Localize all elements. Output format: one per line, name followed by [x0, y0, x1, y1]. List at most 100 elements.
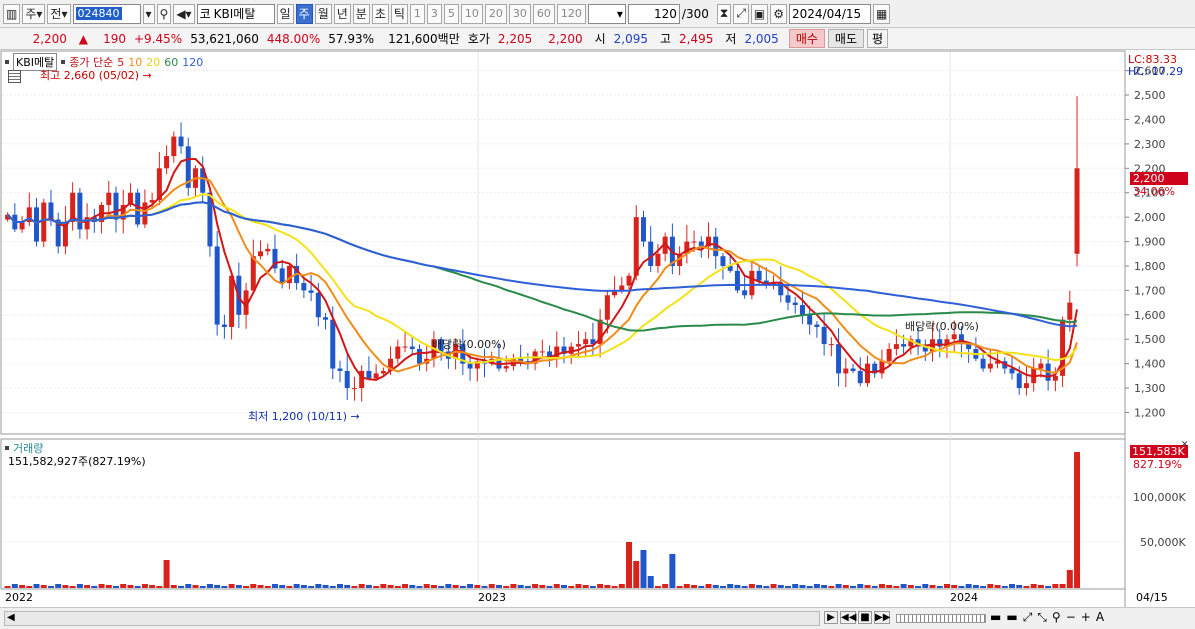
candle-body: [640, 217, 646, 242]
magnify-icon[interactable]: ⚲: [1052, 610, 1061, 625]
candle-body: [315, 292, 321, 318]
chart-icon[interactable]: ▥: [3, 3, 21, 24]
num-20[interactable]: 20: [484, 3, 507, 24]
candle-body: [214, 246, 220, 325]
current-price: 2,200: [32, 31, 67, 46]
text-icon[interactable]: A: [1096, 610, 1104, 625]
volume-bar: [257, 585, 264, 588]
volume-bar: [647, 576, 654, 588]
volume-bar: [250, 584, 257, 588]
volume-bar: [243, 586, 250, 588]
tab-day[interactable]: 일: [276, 3, 294, 24]
bottom-bar: ◀ ▶ ◀◀ ■ ▶▶ ▬ ▬ ⤢ ⤡ ⚲ − + A: [0, 607, 1195, 629]
gear-icon[interactable]: ⚙: [770, 3, 788, 24]
num-5[interactable]: 5: [443, 3, 459, 24]
volume-bar: [589, 586, 596, 588]
tab-week[interactable]: 주: [295, 3, 313, 24]
plus-icon[interactable]: +: [1081, 610, 1091, 625]
candle-body: [720, 256, 726, 266]
volume-bar: [654, 586, 661, 588]
high-label: 고: [660, 32, 672, 46]
legend-box-icon: [5, 446, 9, 450]
save-icon[interactable]: ▣: [750, 3, 769, 24]
num-60[interactable]: 60: [532, 3, 555, 24]
shrink-icon[interactable]: ⤡: [1037, 610, 1047, 625]
sell-button[interactable]: 매도: [827, 29, 864, 48]
volume-bar: [409, 585, 416, 588]
legend-ma60: 60: [164, 55, 179, 69]
volume-bar: [705, 584, 712, 588]
candle-body: [857, 370, 863, 384]
tab-tick[interactable]: 틱: [390, 3, 408, 24]
y-tick-label: 1,700: [1134, 284, 1166, 297]
balance-button[interactable]: 평: [867, 29, 889, 48]
volume-bar: [1066, 570, 1073, 588]
name-field[interactable]: 코 KBI메탈: [196, 3, 275, 24]
calculator-icon[interactable]: [8, 70, 21, 83]
volume-bar: [958, 586, 965, 588]
search-icon[interactable]: ⚲: [156, 3, 172, 24]
tab-minute[interactable]: 분: [352, 3, 370, 24]
speaker-icon[interactable]: ◀▾: [173, 3, 195, 24]
interval-select[interactable]: ▾: [587, 3, 626, 24]
volume-bar: [373, 586, 380, 588]
price-change: 190: [103, 31, 126, 46]
num-120[interactable]: 120: [556, 3, 586, 24]
dropdown-icon[interactable]: ▾: [142, 3, 155, 24]
stop-icon[interactable]: ■: [858, 611, 872, 624]
volume-bar: [4, 586, 11, 588]
volume-bar: [199, 586, 206, 588]
y-tick-label: 1,500: [1134, 333, 1166, 346]
buy-button[interactable]: 매수: [788, 29, 825, 48]
volume-bar: [1001, 586, 1008, 588]
volume-bar: [900, 584, 907, 588]
y-tick-label: 1,600: [1134, 309, 1166, 322]
stock-name: KBI메탈: [213, 7, 256, 21]
tab-second[interactable]: 초: [371, 3, 389, 24]
candle-body: [785, 295, 791, 303]
trade-volume: 53,621,060: [190, 31, 259, 46]
type-select[interactable]: 주 ▾: [22, 3, 46, 24]
volume-bar: [828, 586, 835, 588]
market-select[interactable]: 전 ▾: [47, 3, 71, 24]
x-label-2024: 2024: [950, 591, 978, 604]
zoom-out-icon[interactable]: ▬: [1006, 610, 1017, 625]
price-chart[interactable]: 1,200 1,300 1,400 1,500 1,600 1,700 1,800 1,900…: [0, 50, 1195, 607]
horizontal-scrollbar[interactable]: ◀: [4, 611, 820, 626]
volume-bar: [351, 586, 358, 588]
volume-bar: [922, 584, 929, 588]
scroll-right-icon[interactable]: ▶: [824, 611, 838, 624]
volume-bar: [568, 586, 575, 588]
volume-bar: [806, 586, 813, 588]
close-volume-icon[interactable]: ✕: [1181, 440, 1189, 450]
volume-bar: [1074, 452, 1081, 588]
count-field[interactable]: 120: [627, 3, 680, 24]
volume-bar: [936, 586, 943, 588]
candle-body: [467, 363, 473, 369]
candle-body: [604, 295, 610, 320]
forward-icon[interactable]: ▶▶: [874, 611, 890, 624]
volume-bar: [1016, 585, 1023, 588]
candle-body: [344, 370, 350, 389]
zoom-slider[interactable]: [896, 614, 986, 623]
date-field[interactable]: 2024/04/15: [789, 3, 872, 24]
tab-year[interactable]: 년: [333, 3, 351, 24]
legend-ma120: 120: [182, 55, 204, 69]
expand-icon[interactable]: ⤢: [1023, 610, 1033, 625]
price-axis: 1,200 1,300 1,400 1,500 1,600 1,700 1,800 1,900…: [1125, 65, 1166, 419]
num-30[interactable]: 30: [508, 3, 531, 24]
zoom-in-icon[interactable]: ▬: [990, 610, 1001, 625]
minus-icon[interactable]: −: [1066, 610, 1076, 625]
volume-bar: [430, 585, 437, 588]
num-10[interactable]: 10: [460, 3, 483, 24]
rewind-icon[interactable]: ◀◀: [840, 611, 856, 624]
candle-icon[interactable]: ⧗: [716, 3, 732, 24]
calendar-icon[interactable]: ▦: [873, 3, 891, 24]
num-3[interactable]: 3: [426, 3, 442, 24]
tab-month[interactable]: 월: [314, 3, 332, 24]
candle-body: [330, 319, 336, 369]
num-1[interactable]: 1: [409, 3, 425, 24]
line-icon[interactable]: ⤢: [733, 3, 749, 24]
scroll-left-icon[interactable]: ◀: [7, 612, 15, 623]
code-input[interactable]: 024840: [72, 3, 141, 24]
